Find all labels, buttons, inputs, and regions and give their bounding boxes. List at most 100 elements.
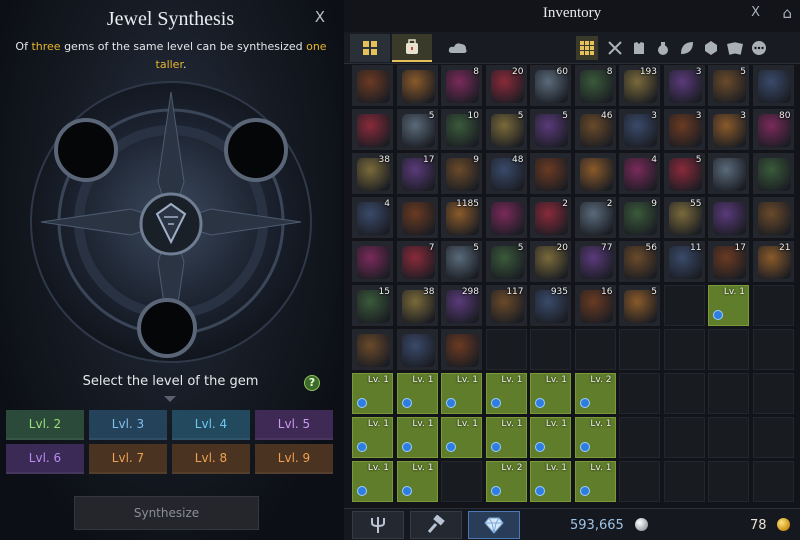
item-slot[interactable] bbox=[530, 153, 571, 194]
empty-slot[interactable] bbox=[752, 373, 794, 414]
storage-tab-icon[interactable] bbox=[438, 34, 478, 62]
cards-filter-icon[interactable] bbox=[724, 36, 746, 60]
item-slot[interactable]: 4 bbox=[352, 197, 393, 238]
house-icon[interactable]: ⌂ bbox=[782, 4, 792, 22]
item-slot[interactable]: 20 bbox=[530, 241, 571, 282]
item-slot[interactable]: 3 bbox=[708, 109, 749, 150]
gem-slot[interactable]: Lv. 1 bbox=[396, 461, 438, 502]
help-icon[interactable]: ? bbox=[304, 375, 320, 391]
empty-slot[interactable] bbox=[752, 417, 794, 458]
item-slot[interactable]: 60 bbox=[530, 65, 571, 106]
empty-slot[interactable] bbox=[708, 417, 749, 458]
empty-slot[interactable] bbox=[708, 373, 749, 414]
gem-slot[interactable]: Lv. 1 bbox=[396, 417, 438, 458]
item-slot[interactable]: 5 bbox=[485, 241, 527, 282]
bag-tab-icon[interactable] bbox=[392, 34, 432, 62]
item-slot[interactable] bbox=[396, 197, 438, 238]
item-slot[interactable]: 20 bbox=[485, 65, 527, 106]
empty-slot[interactable] bbox=[663, 417, 705, 458]
all-items-filter-icon[interactable] bbox=[576, 36, 598, 60]
empty-slot[interactable] bbox=[708, 329, 749, 370]
item-slot[interactable]: 935 bbox=[530, 285, 571, 326]
item-slot[interactable]: 77 bbox=[574, 241, 616, 282]
synthesize-button[interactable]: Synthesize bbox=[74, 496, 259, 530]
item-slot[interactable] bbox=[708, 153, 749, 194]
item-slot[interactable]: 38 bbox=[352, 153, 393, 194]
level-button-5[interactable]: Lvl. 5 bbox=[255, 410, 333, 440]
empty-slot[interactable] bbox=[441, 461, 482, 502]
gem-slot[interactable]: Lv. 1 bbox=[485, 417, 527, 458]
item-slot[interactable]: 3 bbox=[663, 109, 705, 150]
empty-slot[interactable] bbox=[619, 417, 660, 458]
gem-slot[interactable]: Lv. 1 bbox=[530, 373, 571, 414]
gem-slot[interactable]: Lv. 1 bbox=[441, 417, 482, 458]
item-slot[interactable]: 5 bbox=[708, 65, 749, 106]
item-slot[interactable]: 1185 bbox=[441, 197, 482, 238]
empty-slot[interactable] bbox=[574, 329, 616, 370]
level-button-6[interactable]: Lvl. 6 bbox=[6, 444, 84, 474]
item-slot[interactable]: 3 bbox=[619, 109, 660, 150]
item-slot[interactable]: 80 bbox=[752, 109, 794, 150]
item-slot[interactable]: 5 bbox=[530, 109, 571, 150]
swords-filter-icon[interactable] bbox=[604, 36, 626, 60]
item-slot[interactable]: 15 bbox=[352, 285, 393, 326]
level-button-2[interactable]: Lvl. 2 bbox=[6, 410, 84, 440]
item-slot[interactable]: 2 bbox=[574, 197, 616, 238]
item-slot[interactable]: 16 bbox=[574, 285, 616, 326]
item-slot[interactable]: 193 bbox=[619, 65, 660, 106]
level-button-7[interactable]: Lvl. 7 bbox=[89, 444, 167, 474]
item-slot[interactable] bbox=[352, 241, 393, 282]
item-slot[interactable]: 5 bbox=[663, 153, 705, 194]
gem-slot[interactable]: Lv. 1 bbox=[530, 461, 571, 502]
empty-slot[interactable] bbox=[752, 285, 794, 326]
level-button-9[interactable]: Lvl. 9 bbox=[255, 444, 333, 474]
armor-filter-icon[interactable] bbox=[628, 36, 650, 60]
gem-slot[interactable]: Lv. 1 bbox=[352, 417, 393, 458]
empty-slot[interactable] bbox=[663, 373, 705, 414]
diamond-icon[interactable] bbox=[468, 511, 520, 539]
gem-slot[interactable]: Lv. 1 bbox=[352, 373, 393, 414]
item-slot[interactable]: 21 bbox=[752, 241, 794, 282]
level-button-4[interactable]: Lvl. 4 bbox=[172, 410, 250, 440]
inventory-close-button[interactable]: X bbox=[751, 5, 760, 20]
gem-slot[interactable]: Lv. 1 bbox=[485, 373, 527, 414]
item-slot[interactable] bbox=[441, 329, 482, 370]
item-slot[interactable]: 298 bbox=[441, 285, 482, 326]
item-slot[interactable]: 17 bbox=[396, 153, 438, 194]
gem-slot[interactable]: Lv. 2 bbox=[574, 373, 616, 414]
item-slot[interactable]: 38 bbox=[396, 285, 438, 326]
item-slot[interactable]: 2 bbox=[530, 197, 571, 238]
item-slot[interactable] bbox=[352, 65, 393, 106]
hammer-icon[interactable] bbox=[410, 511, 462, 539]
empty-slot[interactable] bbox=[485, 329, 527, 370]
empty-slot[interactable] bbox=[619, 329, 660, 370]
item-slot[interactable] bbox=[752, 153, 794, 194]
gem-slot[interactable]: Lv. 2 bbox=[485, 461, 527, 502]
gem-slot[interactable]: Lv. 1 bbox=[530, 417, 571, 458]
gem-filter-icon[interactable] bbox=[700, 36, 722, 60]
gem-slot[interactable]: Lv. 1 bbox=[396, 373, 438, 414]
item-slot[interactable]: 5 bbox=[396, 109, 438, 150]
empty-slot[interactable] bbox=[663, 285, 705, 326]
empty-slot[interactable] bbox=[663, 329, 705, 370]
item-slot[interactable]: 17 bbox=[708, 241, 749, 282]
grid-tab-icon[interactable] bbox=[350, 34, 390, 62]
item-slot[interactable] bbox=[396, 329, 438, 370]
item-slot[interactable]: 48 bbox=[485, 153, 527, 194]
potion-filter-icon[interactable] bbox=[652, 36, 674, 60]
gem-slot[interactable]: Lv. 1 bbox=[352, 461, 393, 502]
item-slot[interactable]: 4 bbox=[619, 153, 660, 194]
gem-slot[interactable]: Lv. 1 bbox=[574, 417, 616, 458]
empty-slot[interactable] bbox=[619, 373, 660, 414]
trident-icon[interactable] bbox=[352, 511, 404, 539]
item-slot[interactable] bbox=[396, 65, 438, 106]
item-slot[interactable]: 55 bbox=[663, 197, 705, 238]
gem-slot[interactable]: Lv. 1 bbox=[708, 285, 749, 326]
item-slot[interactable]: 46 bbox=[574, 109, 616, 150]
item-slot[interactable]: 3 bbox=[663, 65, 705, 106]
item-slot[interactable]: 7 bbox=[396, 241, 438, 282]
item-slot[interactable]: 8 bbox=[441, 65, 482, 106]
item-slot[interactable]: 5 bbox=[485, 109, 527, 150]
item-slot[interactable]: 11 bbox=[663, 241, 705, 282]
item-slot[interactable] bbox=[352, 329, 393, 370]
